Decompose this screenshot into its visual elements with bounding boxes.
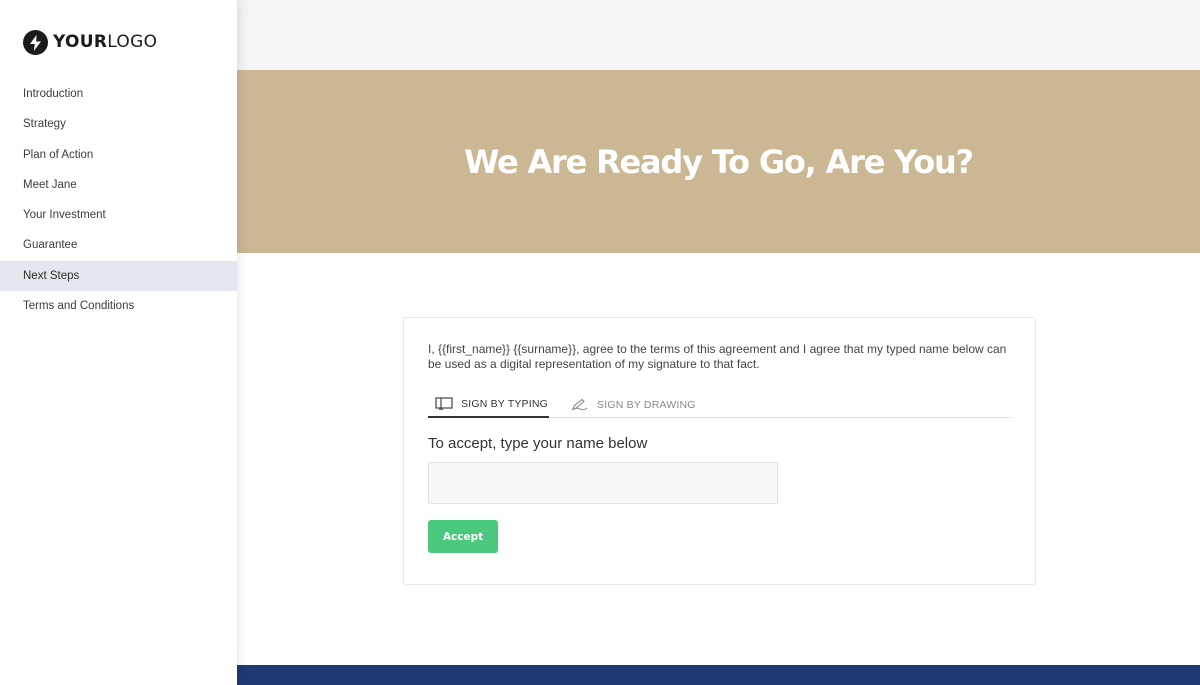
accept-button[interactable]: Accept [428,520,498,553]
sidebar-item-terms-and-conditions[interactable]: Terms and Conditions [0,291,237,321]
hero-title: We Are Ready To Go, Are You? [464,142,974,181]
tab-sign-by-typing[interactable]: SIGN BY TYPING [428,391,549,418]
sidebar-item-guarantee[interactable]: Guarantee [0,230,237,260]
sidebar-nav: Introduction Strategy Plan of Action Mee… [0,79,237,321]
tab-sign-by-drawing[interactable]: SIGN BY DRAWING [571,391,696,418]
tab-sign-by-typing-label: SIGN BY TYPING [461,397,549,410]
sidebar: YOURLOGO Introduction Strategy Plan of A… [0,0,237,685]
footer-bar [237,665,1200,685]
signature-card: I, {{first_name}} {{surname}}, agree to … [403,317,1036,585]
top-bar [237,0,1200,70]
content-section: I, {{first_name}} {{surname}}, agree to … [237,253,1200,665]
signature-tabs: SIGN BY TYPING SIGN BY DRAWING [428,391,1011,418]
agreement-text: I, {{first_name}} {{surname}}, agree to … [428,342,1007,371]
sidebar-item-your-investment[interactable]: Your Investment [0,200,237,230]
logo-text: YOURLOGO [53,32,158,52]
sidebar-item-introduction[interactable]: Introduction [0,79,237,109]
logo[interactable]: YOURLOGO [23,30,157,55]
lightning-bolt-icon [23,30,48,55]
hero-banner: We Are Ready To Go, Are You? [237,70,1200,253]
sidebar-item-meet-jane[interactable]: Meet Jane [0,170,237,200]
signature-name-input[interactable] [428,462,778,504]
tab-sign-by-drawing-label: SIGN BY DRAWING [597,398,696,411]
sidebar-item-next-steps[interactable]: Next Steps [0,260,237,292]
keyboard-icon [435,397,453,410]
pen-icon [571,398,588,411]
sidebar-item-strategy[interactable]: Strategy [0,109,237,139]
sidebar-item-plan-of-action[interactable]: Plan of Action [0,140,237,170]
accept-prompt: To accept, type your name below [428,435,648,452]
main-content: We Are Ready To Go, Are You? I, {{first_… [237,0,1200,685]
